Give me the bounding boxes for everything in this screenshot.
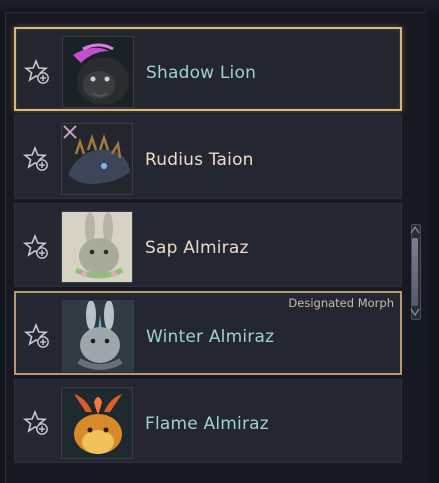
morph-name: Sap Almiraz (145, 238, 249, 258)
morph-name: Shadow Lion (146, 63, 257, 83)
scrollbar-thumb[interactable] (412, 238, 418, 306)
morph-row-shadow-lion[interactable]: Shadow Lion (14, 27, 402, 111)
morph-row-flame-almiraz[interactable]: Flame Almiraz (14, 379, 402, 463)
favorite-star-plus-icon[interactable] (24, 323, 50, 349)
favorite-star-plus-icon[interactable] (23, 234, 49, 260)
morph-row-rudius-taion[interactable]: Rudius Taion (14, 115, 402, 199)
designated-morph-badge: Designated Morph (288, 296, 394, 310)
favorite-star-plus-icon[interactable] (24, 59, 50, 85)
shadow-lion-portrait (62, 36, 134, 108)
morph-row-winter-almiraz[interactable]: Designated Morph Winter Almiraz (14, 291, 402, 375)
favorite-star-plus-icon[interactable] (23, 410, 49, 436)
winter-almiraz-portrait (62, 300, 134, 372)
morph-name: Rudius Taion (145, 150, 254, 170)
scroll-down-cap-icon (410, 308, 420, 316)
rudius-taion-portrait (61, 123, 133, 195)
scroll-up-cap-icon (410, 226, 420, 234)
morph-row-sap-almiraz[interactable]: Sap Almiraz (14, 203, 402, 287)
sap-almiraz-portrait (61, 211, 133, 283)
morph-name: Winter Almiraz (146, 327, 275, 347)
flame-almiraz-portrait (61, 387, 133, 459)
morph-name: Flame Almiraz (145, 414, 269, 434)
favorite-star-plus-icon[interactable] (23, 146, 49, 172)
